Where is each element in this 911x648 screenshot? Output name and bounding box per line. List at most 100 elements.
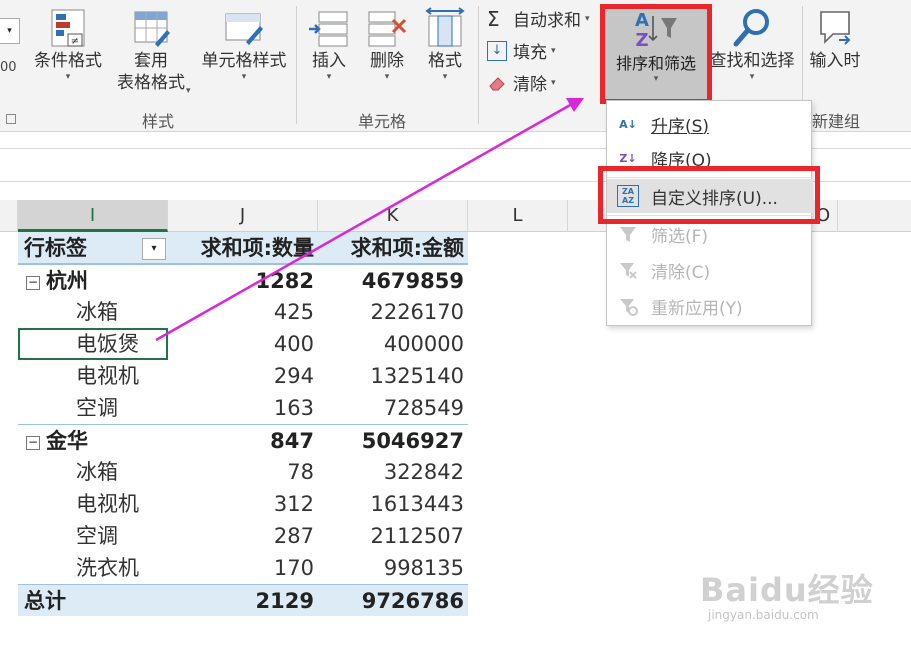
pivot-group-row[interactable]: − 杭州 1282 4679859: [18, 264, 468, 296]
item-amount: 998135: [383, 556, 464, 580]
conditional-format-button[interactable]: ≠ 条件格式 ▾: [28, 6, 108, 82]
pivot-total-row[interactable]: 总计 2129 9726786: [18, 584, 468, 616]
svg-text:≠: ≠: [71, 36, 79, 47]
format-label: 格式: [428, 51, 462, 71]
group-amount: 4679859: [361, 269, 464, 293]
sigma-icon: Σ: [487, 6, 500, 31]
item-qty: 170: [273, 556, 314, 580]
fill-down-icon: ↓: [487, 40, 507, 61]
table-format-button[interactable]: 套用 表格格式: [108, 6, 194, 94]
total-qty: 2129: [255, 589, 314, 613]
group-name: 金华: [46, 429, 88, 453]
delete-button[interactable]: 删除 ▾: [362, 6, 412, 82]
pivot-header-row: 行标签 ▾ 求和项:数量 求和项:金额: [18, 232, 468, 264]
item-amount: 1325140: [370, 364, 464, 388]
menu-item-clear[interactable]: 清除(C): [607, 253, 813, 287]
custom-sort-highlight: [598, 166, 820, 224]
find-select-button[interactable]: 查找和选择 ▾: [706, 6, 798, 82]
insert-cells-icon: [309, 11, 348, 47]
menu-label: 清除(C): [651, 262, 711, 283]
column-header-i[interactable]: [0, 200, 18, 232]
autosum-button[interactable]: Σ 自动求和 ▾: [487, 6, 590, 32]
fill-button[interactable]: ↓ 填充 ▾: [487, 38, 556, 63]
item-name: 冰箱: [76, 460, 118, 484]
chevron-down-icon: ▾: [551, 45, 556, 56]
insert-button[interactable]: 插入 ▾: [304, 6, 354, 82]
format-cells-icon: [425, 7, 465, 47]
item-name: 洗衣机: [76, 556, 139, 580]
menu-item-sort-asc[interactable]: A↓ 升序(S): [607, 107, 813, 141]
sum-amount-header: 求和项:金额: [350, 236, 464, 260]
dialog-launcher-icon[interactable]: [6, 114, 16, 124]
menu-item-reapply[interactable]: 重新应用(Y): [607, 289, 813, 323]
pivot-item-row[interactable]: 电饭煲 400 400000: [18, 328, 468, 360]
pivot-item-row[interactable]: 电视机 312 1613443: [18, 488, 468, 520]
sort-asc-icon: A↓: [619, 117, 637, 131]
total-amount: 9726786: [361, 589, 464, 613]
chevron-down-icon: ▾: [585, 13, 590, 24]
item-qty: 400: [273, 332, 314, 356]
column-header-j[interactable]: J: [168, 200, 318, 232]
ribbon-separator: [478, 6, 479, 124]
cell-style-label: 单元格样式: [201, 51, 287, 71]
magnifier-icon: [733, 9, 769, 47]
cell-style-button[interactable]: 单元格样式 ▾: [196, 6, 292, 82]
input-time-label: 输入时: [809, 51, 861, 71]
baidu-watermark: Baidu经验 jingyan.baidu.com: [700, 572, 900, 642]
chevron-down-icon: ▾: [749, 72, 755, 82]
number-format-partial: 00: [0, 60, 17, 75]
item-qty: 287: [273, 524, 314, 548]
sum-qty-header: 求和项:数量: [200, 236, 314, 260]
eraser-icon: [487, 73, 507, 93]
collapse-icon[interactable]: −: [26, 436, 40, 450]
pivot-table: 行标签 ▾ 求和项:数量 求和项:金额 − 杭州 1282 4679859 冰箱 …: [18, 232, 468, 616]
item-amount: 1613443: [370, 492, 464, 516]
group-qty: 847: [270, 429, 314, 453]
autosum-label: 自动求和: [513, 11, 581, 31]
conditional-format-icon: ≠: [51, 9, 85, 47]
clear-button[interactable]: 清除 ▾: [487, 70, 556, 95]
table-format-icon: [134, 11, 170, 47]
chevron-down-icon: ▾: [65, 72, 71, 82]
new-group-label: 新建组: [812, 112, 861, 131]
cell-style-icon: [225, 13, 263, 45]
item-qty: 312: [273, 492, 314, 516]
item-name: 电视机: [76, 364, 139, 388]
total-label: 总计: [24, 589, 66, 613]
column-header-l[interactable]: L: [468, 200, 568, 232]
delete-label: 删除: [370, 51, 404, 71]
ribbon-separator: [296, 6, 297, 124]
pivot-item-row[interactable]: 冰箱 78 322842: [18, 456, 468, 488]
group-qty: 1282: [255, 269, 314, 293]
menu-label: 筛选(F): [651, 226, 709, 247]
group-amount: 5046927: [361, 429, 464, 453]
item-qty: 78: [287, 460, 314, 484]
name-box-edge[interactable]: ▾: [0, 18, 20, 44]
group-name: 杭州: [46, 269, 88, 293]
filter-icon: [617, 223, 639, 245]
pivot-item-row[interactable]: 洗衣机 170 998135: [18, 552, 468, 584]
clear-label: 清除: [513, 75, 547, 95]
filter-dropdown-button[interactable]: ▾: [142, 238, 166, 260]
column-header-i[interactable]: I: [18, 200, 168, 232]
chevron-down-icon: ▾: [326, 72, 332, 82]
item-qty: 425: [273, 300, 314, 324]
pivot-group-row[interactable]: − 金华 847 5046927: [18, 424, 468, 456]
fill-label: 填充: [513, 43, 547, 63]
conditional-format-label: 条件格式: [34, 51, 102, 71]
reapply-icon: [617, 295, 639, 317]
item-amount: 728549: [383, 396, 464, 420]
format-button[interactable]: 格式 ▾: [420, 6, 470, 82]
pivot-item-row[interactable]: 冰箱 425 2226170: [18, 296, 468, 328]
pivot-item-row[interactable]: 空调 287 2112507: [18, 520, 468, 552]
menu-label: 升序(S): [651, 116, 710, 137]
collapse-icon[interactable]: −: [26, 276, 40, 290]
input-time-button[interactable]: 输入时: [804, 6, 866, 72]
delete-cells-icon: [368, 11, 407, 47]
item-name: 电视机: [76, 492, 139, 516]
pivot-item-row[interactable]: 空调 163 728549: [18, 392, 468, 424]
sort-filter-highlight: [600, 4, 712, 104]
pivot-item-row[interactable]: 电视机 294 1325140: [18, 360, 468, 392]
column-header-k[interactable]: K: [318, 200, 468, 232]
speech-bubble-icon: [820, 11, 851, 45]
